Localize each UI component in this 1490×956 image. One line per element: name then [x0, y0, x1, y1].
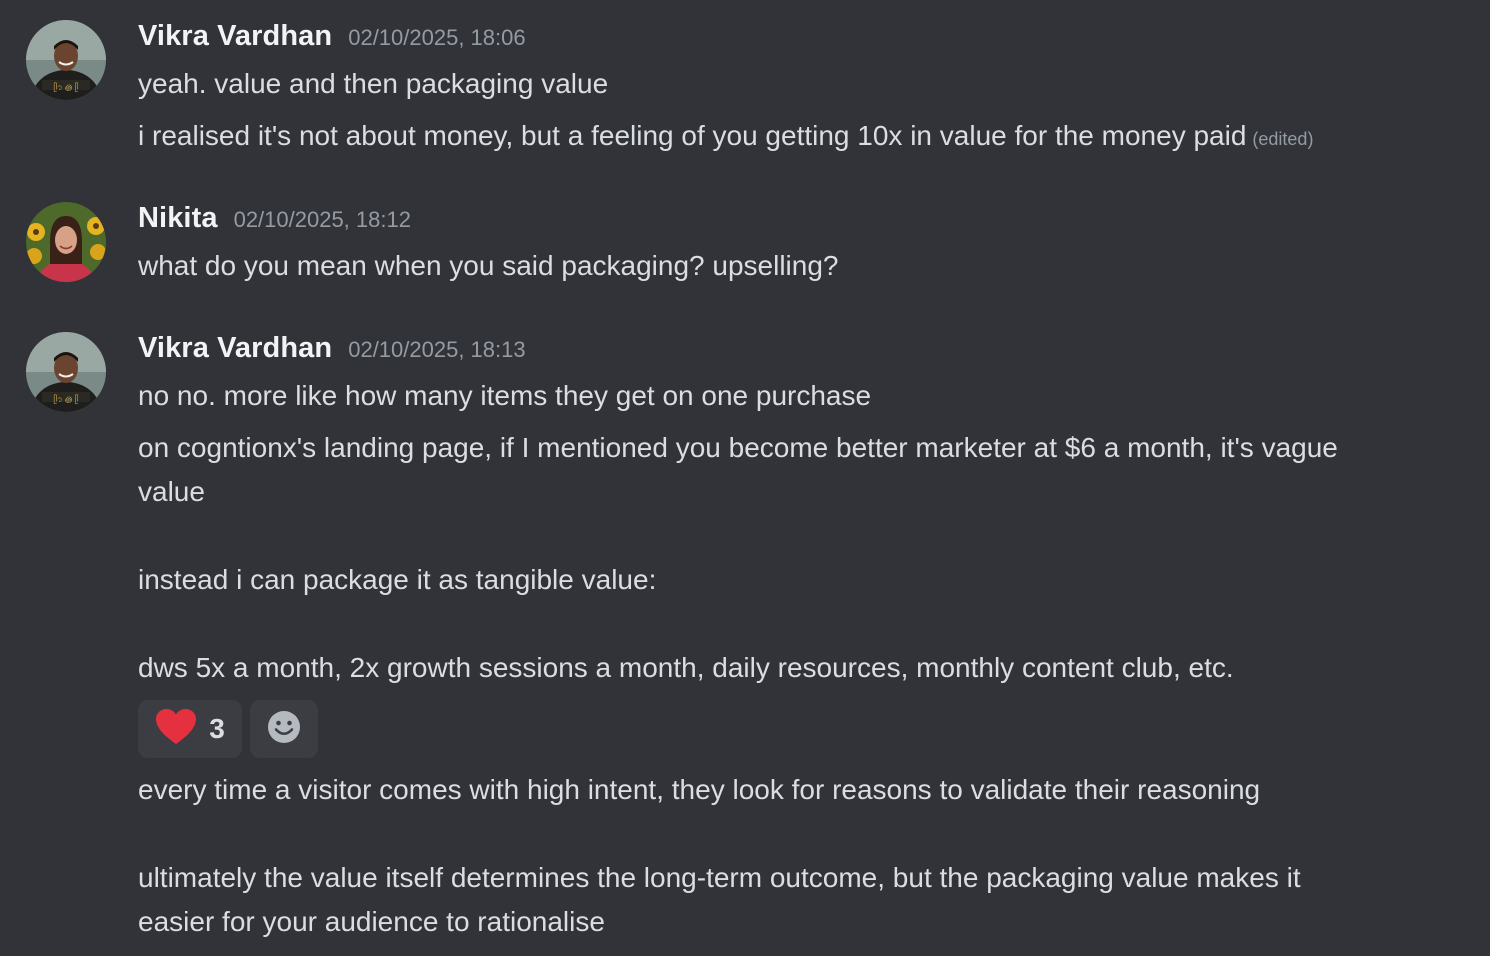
- message-timestamp[interactable]: 02/10/2025, 18:13: [348, 337, 525, 363]
- message-timestamp[interactable]: 02/10/2025, 18:12: [234, 207, 411, 233]
- reactions-bar: 3: [138, 700, 1460, 758]
- message-text: [138, 602, 1460, 646]
- message-content: Vikra Vardhan 02/10/2025, 18:06 yeah. va…: [138, 20, 1460, 161]
- message-content: Vikra Vardhan 02/10/2025, 18:13 no no. m…: [138, 332, 1460, 944]
- message-text: on cogntionx's landing page, if I mentio…: [138, 432, 1338, 463]
- username[interactable]: Nikita: [138, 202, 218, 235]
- avatar-nikita[interactable]: [26, 202, 106, 282]
- username[interactable]: Vikra Vardhan: [138, 332, 332, 365]
- message-header: Vikra Vardhan 02/10/2025, 18:06: [138, 20, 1460, 60]
- message-text: instead i can package it as tangible val…: [138, 564, 657, 595]
- message-text: [138, 812, 1460, 856]
- reaction-count: 3: [209, 713, 225, 744]
- message-text-body: i realised it's not about money, but a f…: [138, 120, 1247, 151]
- message-text: what do you mean when you said packaging…: [138, 250, 839, 281]
- message-text: ultimately the value itself determines t…: [138, 862, 1301, 893]
- username[interactable]: Vikra Vardhan: [138, 20, 332, 53]
- message-text: dws 5x a month, 2x growth sessions a mon…: [138, 652, 1234, 683]
- svg-text:ᥫ᭡ ꩜ ᥫ: ᥫ᭡ ꩜ ᥫ: [53, 82, 78, 92]
- message-text: every time a visitor comes with high int…: [138, 774, 1261, 805]
- message-text: easier for your audience to rationalise: [138, 906, 605, 937]
- message-header: Nikita 02/10/2025, 18:12: [138, 202, 1460, 242]
- message-text: yeah. value and then packaging value: [138, 68, 609, 99]
- heart-icon: [155, 708, 197, 750]
- edited-label: (edited): [1252, 129, 1314, 149]
- message-text: i realised it's not about money, but a f…: [138, 114, 1460, 161]
- avatar-vikra[interactable]: ᥫ᭡ ꩜ ᥫ: [26, 332, 106, 412]
- svg-text:ᥫ᭡ ꩜ ᥫ: ᥫ᭡ ꩜ ᥫ: [53, 394, 78, 404]
- reaction-heart[interactable]: 3: [138, 700, 242, 758]
- message-timestamp[interactable]: 02/10/2025, 18:06: [348, 25, 525, 51]
- message-header: Vikra Vardhan 02/10/2025, 18:13: [138, 332, 1460, 372]
- chat-message-list: ᥫ᭡ ꩜ ᥫ Vikra Vardhan 02/10/2025, 18:06 y…: [0, 0, 1490, 956]
- add-reaction-button[interactable]: [250, 700, 318, 758]
- message-content: Nikita 02/10/2025, 18:12 what do you mea…: [138, 202, 1460, 288]
- add-reaction-icon: [266, 709, 302, 749]
- message-text: value: [138, 476, 205, 507]
- message-text: [138, 514, 1460, 558]
- message-text: no no. more like how many items they get…: [138, 380, 872, 411]
- avatar-vikra[interactable]: ᥫ᭡ ꩜ ᥫ: [26, 20, 106, 100]
